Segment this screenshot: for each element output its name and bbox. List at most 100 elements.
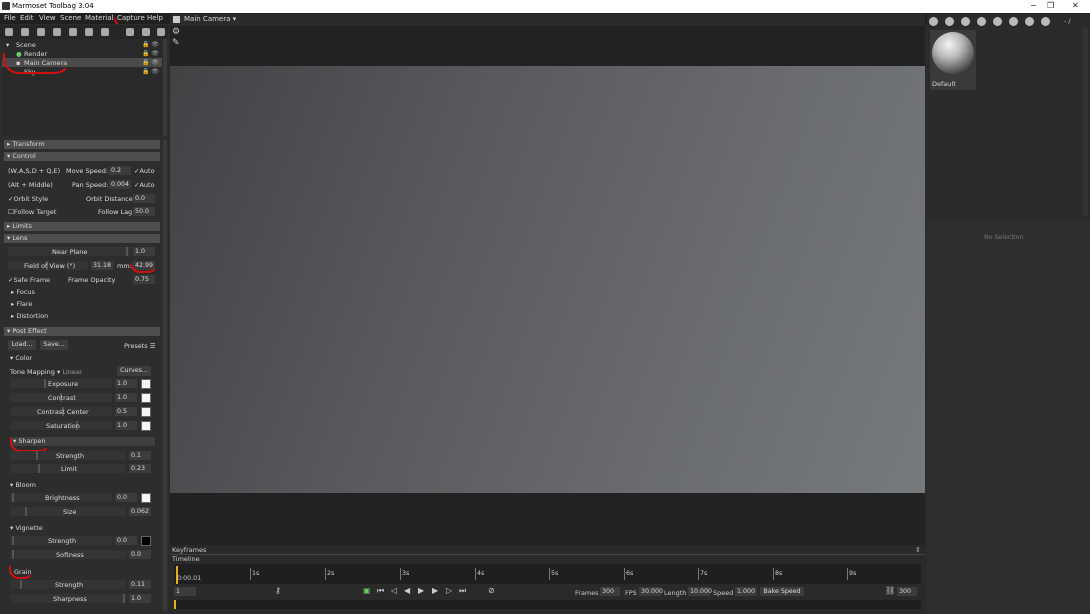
- maximize-button[interactable]: ❐: [1047, 1, 1054, 10]
- menu-scene[interactable]: Scene: [60, 14, 81, 22]
- viewport[interactable]: [170, 66, 925, 493]
- viewport-settings-icon[interactable]: ⚙: [172, 27, 180, 37]
- refresh-icon[interactable]: [1041, 17, 1050, 26]
- folder-icon[interactable]: [126, 28, 134, 36]
- frame-field[interactable]: 1: [174, 587, 196, 596]
- light-icon[interactable]: [21, 28, 29, 36]
- subsection-distortion[interactable]: ▸ Distortion: [11, 312, 48, 320]
- add-material-icon[interactable]: [929, 17, 938, 26]
- picker-icon[interactable]: [1025, 17, 1034, 26]
- menu-material[interactable]: Material: [85, 14, 113, 22]
- orbit-distance-field[interactable]: 0.0: [133, 194, 155, 203]
- follow-lag-field[interactable]: 50.0: [133, 207, 155, 216]
- loop-icon[interactable]: ▣: [363, 586, 371, 595]
- section-transform[interactable]: ▸ Transform: [4, 140, 160, 149]
- minimize-button[interactable]: −: [1030, 1, 1037, 10]
- timeline-scrubber[interactable]: [174, 600, 921, 609]
- shadow-catcher-icon[interactable]: [53, 28, 61, 36]
- save-button[interactable]: Save...: [40, 340, 68, 350]
- speed-field[interactable]: 1.000: [735, 587, 757, 596]
- timeline-ruler[interactable]: [174, 564, 921, 584]
- bloom-brightness-field[interactable]: 0.0: [115, 493, 137, 502]
- menu-edit[interactable]: Edit: [20, 14, 34, 22]
- subsection-vignette[interactable]: ▾ Vignette: [10, 524, 43, 532]
- scene-tree-scrollbar[interactable]: [163, 39, 167, 136]
- duplicate-material-icon[interactable]: [945, 17, 954, 26]
- contrast-color-swatch[interactable]: [141, 393, 151, 403]
- link-icon[interactable]: ⛓: [885, 586, 895, 595]
- sky-icon[interactable]: [85, 28, 93, 36]
- prev-key-icon[interactable]: ◁: [391, 586, 397, 595]
- lock-visibility-icon[interactable]: 🔒 👁: [142, 50, 159, 57]
- skip-start-icon[interactable]: ⏮: [377, 586, 384, 596]
- section-lens[interactable]: ▾ Lens: [4, 234, 160, 243]
- vignette-color-swatch[interactable]: [141, 536, 151, 546]
- safe-frame-checkbox[interactable]: ✓Safe Frame: [8, 276, 50, 284]
- play-icon[interactable]: ▶: [418, 586, 424, 595]
- lock-visibility-icon[interactable]: 🔒 👁: [142, 68, 159, 75]
- tone-mapping-dropdown[interactable]: Tone Mapping ▾ Linear: [10, 368, 83, 376]
- scrubber-handle[interactable]: [174, 600, 176, 609]
- add-object-icon[interactable]: [5, 28, 13, 36]
- subsection-flare[interactable]: ▸ Flare: [11, 300, 32, 308]
- section-limits[interactable]: ▸ Limits: [4, 222, 160, 231]
- viewport-brush-icon[interactable]: ✎: [172, 38, 180, 48]
- section-control[interactable]: ▾ Control: [4, 152, 160, 161]
- load-button[interactable]: Load...: [8, 340, 36, 350]
- orbit-style-checkbox[interactable]: ✓Orbit Style: [8, 195, 48, 203]
- viewport-camera-dropdown[interactable]: Main Camera ▾: [184, 15, 236, 23]
- keyframes-header[interactable]: Keyframes: [172, 546, 206, 554]
- contrast-field[interactable]: 1.0: [115, 393, 137, 402]
- presets-menu[interactable]: Presets ☰: [124, 342, 156, 350]
- timeline-settings-icon[interactable]: ⊘: [488, 586, 495, 595]
- pan-auto-checkbox[interactable]: ✓Auto: [134, 181, 155, 189]
- section-post-effect[interactable]: ▾ Post Effect: [4, 327, 160, 336]
- contrast-center-color-swatch[interactable]: [141, 407, 151, 417]
- expand-icon[interactable]: ⇕: [915, 546, 921, 554]
- frames-field[interactable]: 300: [600, 587, 620, 596]
- pan-speed-field[interactable]: 0.004: [109, 180, 131, 189]
- fov-field[interactable]: 31.18: [91, 261, 113, 270]
- sharpen-strength-field[interactable]: 0.1: [129, 451, 151, 460]
- curves-button[interactable]: Curves...: [117, 366, 151, 376]
- folder-icon[interactable]: [977, 17, 986, 26]
- near-plane-field[interactable]: 1.0: [133, 247, 155, 256]
- follow-target-checkbox[interactable]: ☐Follow Target: [8, 208, 56, 216]
- exposure-field[interactable]: 1.0: [115, 379, 137, 388]
- tree-item-scene[interactable]: ▾ Scene 🔒 👁: [2, 40, 162, 49]
- close-button[interactable]: ✕: [1072, 1, 1079, 10]
- bake-speed-button[interactable]: Bake Speed: [760, 587, 804, 596]
- move-speed-field[interactable]: 0.2: [109, 166, 131, 175]
- trash-icon[interactable]: [157, 28, 165, 36]
- step-forward-icon[interactable]: ▶: [432, 586, 438, 595]
- next-key-icon[interactable]: ▷: [446, 586, 452, 595]
- menu-file[interactable]: File: [4, 14, 16, 22]
- length-field[interactable]: 10.000: [688, 587, 712, 596]
- material-list-scrollbar[interactable]: [1083, 28, 1088, 216]
- grain-strength-field[interactable]: 0.11: [129, 580, 151, 589]
- end-frame-field[interactable]: 300: [897, 587, 917, 596]
- key-icon[interactable]: ⚷: [275, 586, 281, 595]
- contrast-center-field[interactable]: 0.5: [115, 407, 137, 416]
- properties-scrollbar[interactable]: [163, 140, 167, 610]
- sphere-icon[interactable]: [101, 28, 109, 36]
- assign-material-icon[interactable]: [1009, 17, 1018, 26]
- lock-visibility-icon[interactable]: 🔒 👁: [142, 41, 159, 48]
- exposure-color-swatch[interactable]: [141, 379, 151, 389]
- skip-end-icon[interactable]: ⏭: [459, 586, 466, 596]
- saturation-field[interactable]: 1.0: [115, 421, 137, 430]
- duplicate-icon[interactable]: [142, 28, 150, 36]
- grain-sharpness-field[interactable]: 1.0: [129, 594, 151, 603]
- frame-opacity-field[interactable]: 0.75: [133, 275, 155, 284]
- menu-help[interactable]: Help: [147, 14, 163, 22]
- bloom-size-field[interactable]: 0.062: [129, 507, 151, 516]
- lock-visibility-icon[interactable]: 🔒 👁: [142, 59, 159, 66]
- material-thumbnail[interactable]: Default: [930, 30, 976, 90]
- mesh-icon[interactable]: [69, 28, 77, 36]
- merge-material-icon[interactable]: [961, 17, 970, 26]
- step-back-icon[interactable]: ◀: [404, 586, 410, 595]
- fps-field[interactable]: 30.000: [639, 587, 663, 596]
- menu-view[interactable]: View: [39, 14, 56, 22]
- move-auto-checkbox[interactable]: ✓Auto: [134, 167, 155, 175]
- vignette-strength-field[interactable]: 0.0: [115, 536, 137, 545]
